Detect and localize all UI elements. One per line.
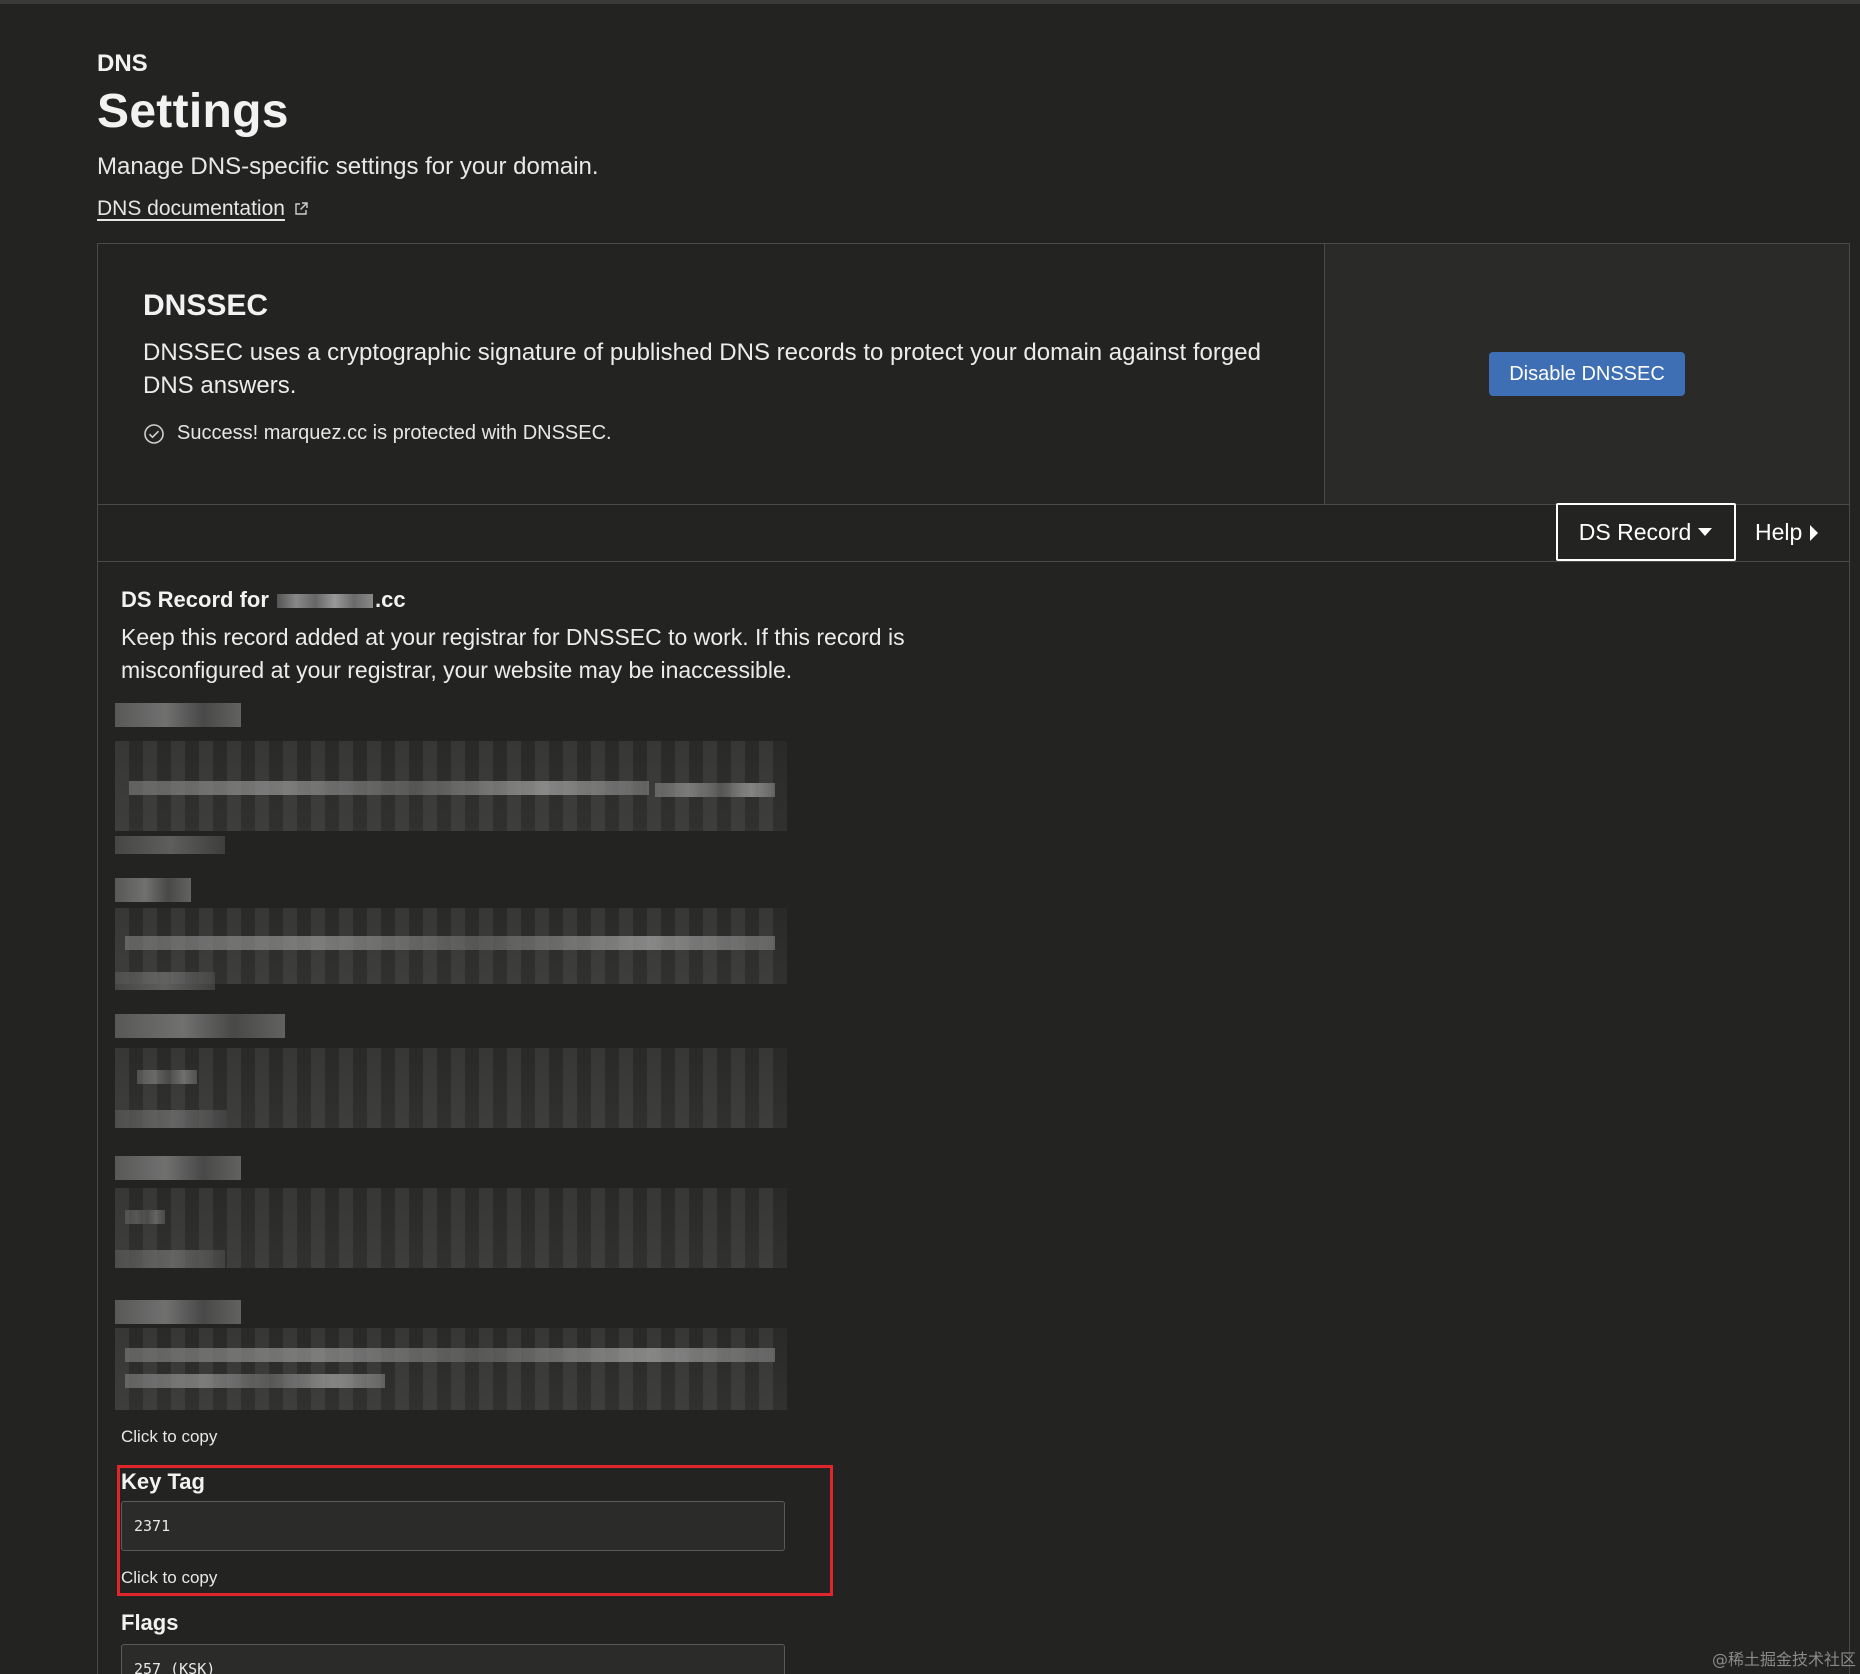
dnssec-description: DNSSEC uses a cryptographic signature of… <box>143 339 1261 399</box>
page-header: DNS Settings Manage DNS-specific setting… <box>97 50 599 221</box>
dnssec-card-top: DNSSEC DNSSEC uses a cryptographic signa… <box>98 244 1849 505</box>
redacted-field-label <box>115 703 241 727</box>
key-tag-field[interactable]: 2371 <box>121 1501 785 1551</box>
dnssec-title: DNSSEC <box>143 289 269 322</box>
redacted-field-label <box>115 1014 285 1038</box>
redacted-field-hint <box>115 836 225 854</box>
redacted-field-value[interactable] <box>115 741 787 831</box>
caret-down-icon <box>1698 528 1713 536</box>
page-subtitle: Manage DNS-specific settings for your do… <box>97 153 599 180</box>
ds-record-description: Keep this record added at your registrar… <box>121 624 905 683</box>
redacted-field-value[interactable] <box>115 1328 787 1410</box>
watermark: @稀土掘金技术社区 <box>1711 1650 1856 1669</box>
copy-hint[interactable]: Click to copy <box>121 1427 217 1447</box>
flags-label: Flags <box>121 1610 179 1635</box>
redacted-field-value[interactable] <box>115 908 787 984</box>
redacted-field-label <box>115 1156 241 1180</box>
top-rule <box>0 0 1860 4</box>
dnssec-status-text: Success! marquez.cc is protected with DN… <box>177 422 612 444</box>
dns-documentation-link[interactable]: DNS documentation <box>97 197 309 221</box>
disable-dnssec-button[interactable]: Disable DNSSEC <box>1489 352 1685 396</box>
ds-record-heading-suffix: .cc <box>375 587 406 612</box>
dnssec-info-panel: DNSSEC DNSSEC uses a cryptographic signa… <box>98 244 1325 504</box>
section-eyebrow: DNS <box>97 50 148 77</box>
ds-record-heading: DS Record for .cc <box>121 587 1021 613</box>
redacted-field-hint <box>115 1110 227 1128</box>
flags-field[interactable]: 257 (KSK) <box>121 1644 785 1674</box>
caret-right-icon <box>1810 524 1819 541</box>
tab-ds-record-label: DS Record <box>1578 518 1692 545</box>
check-circle-icon <box>144 423 164 444</box>
dns-documentation-label: DNS documentation <box>97 197 285 220</box>
tab-ds-record[interactable]: DS Record <box>1556 503 1736 561</box>
redacted-field-label <box>115 1300 241 1324</box>
redacted-field-hint <box>115 972 215 990</box>
dnssec-status: Success! marquez.cc is protected with DN… <box>143 422 612 445</box>
tab-help-label: Help <box>1755 519 1803 545</box>
external-link-icon <box>295 202 308 215</box>
tab-help[interactable]: Help <box>1755 504 1820 561</box>
dnssec-card: DNSSEC DNSSEC uses a cryptographic signa… <box>97 243 1850 1674</box>
redacted-field-hint <box>115 1250 225 1268</box>
redacted-field-label <box>115 878 191 902</box>
key-tag-copy-hint[interactable]: Click to copy <box>121 1568 217 1588</box>
ds-record-section: DS Record for .cc Keep this record added… <box>121 587 1021 687</box>
redacted-domain <box>277 594 374 609</box>
key-tag-label: Key Tag <box>121 1469 205 1494</box>
ds-record-heading-prefix: DS Record for <box>121 587 269 612</box>
page-title: Settings <box>97 85 289 138</box>
ds-tab-bar: DS Record Help <box>98 503 1849 562</box>
